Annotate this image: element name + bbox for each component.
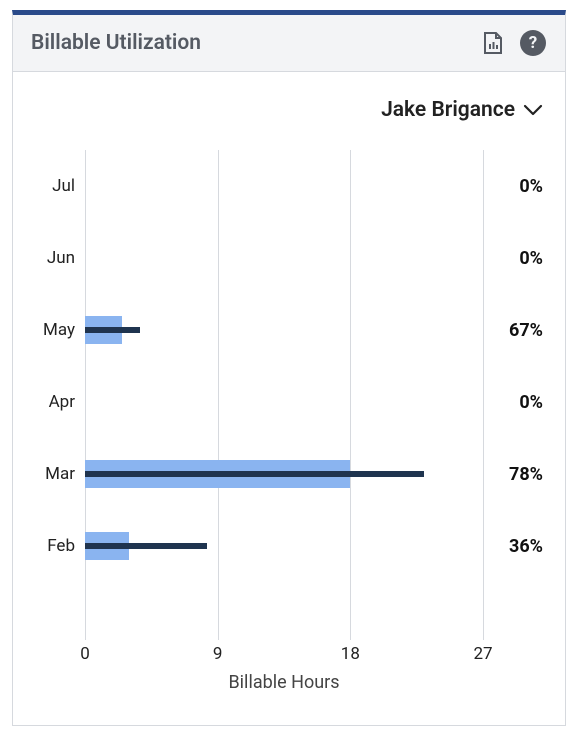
row-pct-label: 78% [483, 464, 547, 485]
row-month-label: Feb [31, 536, 85, 556]
row-pct-label: 0% [483, 248, 547, 269]
row-pct-label: 0% [483, 392, 547, 413]
billable-utilization-card: Billable Utilization ? Jake Brigance [12, 10, 566, 726]
row-pct-label: 0% [483, 176, 547, 197]
row-month-label: Jun [31, 248, 85, 268]
chart-row: Feb 36% [31, 510, 547, 582]
row-bars [85, 222, 483, 294]
chart-row: Jul 0% [31, 150, 547, 222]
chart-area: Jul 0% Jun 0% May 67% Apr 0% Mar 78% Feb 36% 0 9 18 27… [31, 150, 547, 705]
x-tick: 27 [473, 644, 492, 664]
total-bar [85, 327, 140, 333]
row-pct-label: 36% [483, 536, 547, 557]
x-axis: 0 9 18 27 [31, 644, 547, 668]
x-tick: 9 [213, 644, 223, 664]
chart-row: Jun 0% [31, 222, 547, 294]
row-bars [85, 438, 483, 510]
header-icons: ? [479, 29, 547, 57]
x-tick: 0 [80, 644, 90, 664]
help-icon[interactable]: ? [519, 29, 547, 57]
card-body: Jake Brigance Jul 0% Jun 0% May 67% Apr 0% Mar 78… [13, 72, 565, 725]
user-name: Jake Brigance [381, 98, 515, 122]
row-bars [85, 150, 483, 222]
card-title: Billable Utilization [31, 31, 201, 55]
chevron-down-icon [523, 104, 543, 116]
chart-row: May 67% [31, 294, 547, 366]
row-month-label: Apr [31, 392, 85, 412]
chart-row: Apr 0% [31, 366, 547, 438]
row-bars [85, 510, 483, 582]
chart-row: Mar 78% [31, 438, 547, 510]
row-bars [85, 294, 483, 366]
chart-rows: Jul 0% Jun 0% May 67% Apr 0% Mar 78% Feb 36% [31, 150, 547, 640]
report-icon[interactable] [479, 29, 507, 57]
row-month-label: May [31, 320, 85, 340]
total-bar [85, 543, 207, 549]
row-month-label: Jul [31, 176, 85, 196]
row-month-label: Mar [31, 464, 85, 484]
x-tick: 18 [341, 644, 360, 664]
card-header: Billable Utilization ? [13, 15, 565, 72]
row-bars [85, 366, 483, 438]
x-axis-label: Billable Hours [31, 672, 547, 693]
row-pct-label: 67% [483, 320, 547, 341]
total-bar [85, 471, 424, 477]
user-dropdown[interactable]: Jake Brigance [377, 92, 547, 144]
